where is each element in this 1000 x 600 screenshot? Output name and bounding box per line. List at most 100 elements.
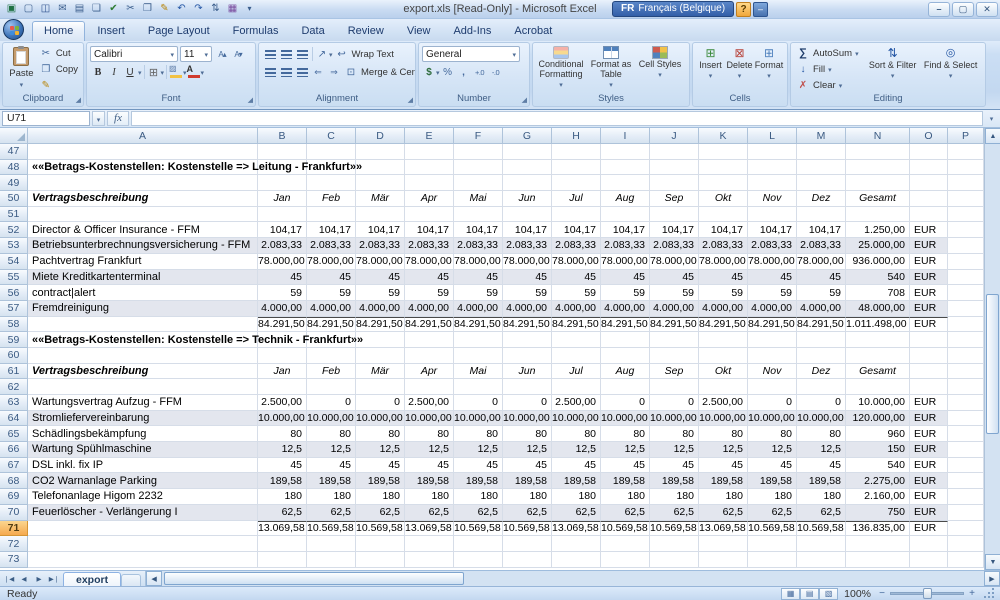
cell-F66[interactable]: 12,5	[454, 442, 503, 458]
cell-G70[interactable]: 62,5	[503, 505, 552, 521]
tab-view[interactable]: View	[396, 22, 442, 41]
cell-M49[interactable]	[797, 175, 846, 191]
cell-F65[interactable]: 80	[454, 426, 503, 442]
cell-I70[interactable]: 62,5	[601, 505, 650, 521]
row-header-67[interactable]: 67	[0, 458, 28, 474]
cell-H47[interactable]	[552, 144, 601, 160]
cell-M53[interactable]: 2.083,33	[797, 238, 846, 254]
cell-P63[interactable]	[948, 395, 984, 411]
cell-P69[interactable]	[948, 489, 984, 505]
cell-D52[interactable]: 104,17	[356, 222, 405, 238]
next-sheet-button[interactable]	[32, 575, 46, 583]
column-header-K[interactable]: K	[699, 128, 748, 144]
row-header-48[interactable]: 48	[0, 160, 28, 176]
cut-button[interactable]: Cut	[37, 45, 80, 61]
cell-K63[interactable]: 2.500,00	[699, 395, 748, 411]
cell-O59[interactable]	[910, 332, 948, 348]
cell-K56[interactable]: 59	[699, 285, 748, 301]
cell-L69[interactable]: 180	[748, 489, 797, 505]
cell-K67[interactable]: 45	[699, 458, 748, 474]
cell-F69[interactable]: 180	[454, 489, 503, 505]
cell-G71[interactable]: 10.569,58	[503, 521, 552, 537]
cell-J56[interactable]: 59	[650, 285, 699, 301]
cell-M48[interactable]	[797, 160, 846, 176]
horizontal-scrollbar[interactable]	[145, 571, 1000, 586]
cell-O61[interactable]	[910, 364, 948, 380]
cell-F72[interactable]	[454, 536, 503, 552]
cell-A48[interactable]: ««Betrags-Kostenstellen: Kostenstelle =>…	[28, 160, 258, 176]
cell-J68[interactable]: 189,58	[650, 473, 699, 489]
cell-N65[interactable]: 960	[846, 426, 910, 442]
cell-N66[interactable]: 150	[846, 442, 910, 458]
cell-C68[interactable]: 189,58	[307, 473, 356, 489]
cell-C58[interactable]: 84.291,50	[307, 317, 356, 333]
cell-C54[interactable]: 78.000,00	[307, 254, 356, 270]
cell-B61[interactable]: Jan	[258, 364, 307, 380]
cell-L59[interactable]	[748, 332, 797, 348]
grow-font-button[interactable]	[214, 46, 230, 62]
cell-A56[interactable]: contract|alert	[28, 285, 258, 301]
cell-L60[interactable]	[748, 348, 797, 364]
redo-icon[interactable]	[190, 1, 207, 17]
cell-C49[interactable]	[307, 175, 356, 191]
cell-N69[interactable]: 2.160,00	[846, 489, 910, 505]
cell-C67[interactable]: 45	[307, 458, 356, 474]
cell-L53[interactable]: 2.083,33	[748, 238, 797, 254]
cell-A51[interactable]	[28, 207, 258, 223]
cell-A62[interactable]	[28, 379, 258, 395]
row-header-65[interactable]: 65	[0, 426, 28, 442]
cell-N55[interactable]: 540	[846, 270, 910, 286]
cell-C66[interactable]: 12,5	[307, 442, 356, 458]
cell-M67[interactable]: 45	[797, 458, 846, 474]
cell-A49[interactable]	[28, 175, 258, 191]
cell-P72[interactable]	[948, 536, 984, 552]
cell-D61[interactable]: Mär	[356, 364, 405, 380]
cell-H57[interactable]: 4.000,00	[552, 301, 601, 317]
cell-J60[interactable]	[650, 348, 699, 364]
decrease-indent-button[interactable]	[310, 64, 326, 80]
cell-B71[interactable]: 13.069,58	[258, 521, 307, 537]
cell-D67[interactable]: 45	[356, 458, 405, 474]
cell-O55[interactable]: EUR	[910, 270, 948, 286]
cell-G72[interactable]	[503, 536, 552, 552]
cell-F67[interactable]: 45	[454, 458, 503, 474]
cell-I51[interactable]	[601, 207, 650, 223]
row-header-71[interactable]: 71	[0, 521, 28, 537]
column-header-L[interactable]: L	[748, 128, 797, 144]
cell-D48[interactable]	[356, 160, 405, 176]
cell-J54[interactable]: 78.000,00	[650, 254, 699, 270]
cell-H56[interactable]: 59	[552, 285, 601, 301]
cell-H60[interactable]	[552, 348, 601, 364]
row-header-68[interactable]: 68	[0, 473, 28, 489]
language-button[interactable]: FR Français (Belgique)	[612, 1, 734, 17]
cell-H67[interactable]: 45	[552, 458, 601, 474]
cell-A69[interactable]: Telefonanlage Higom 2232	[28, 489, 258, 505]
clear-button[interactable]: Clear	[794, 77, 861, 93]
cell-P47[interactable]	[948, 144, 984, 160]
align-bottom-button[interactable]	[294, 46, 310, 62]
column-header-A[interactable]: A	[28, 128, 258, 144]
minimize-button[interactable]	[928, 2, 950, 17]
row-header-55[interactable]: 55	[0, 270, 28, 286]
cell-G53[interactable]: 2.083,33	[503, 238, 552, 254]
tab-add-ins[interactable]: Add-Ins	[442, 22, 502, 41]
cell-J50[interactable]: Sep	[650, 191, 699, 207]
row-header-51[interactable]: 51	[0, 207, 28, 223]
cell-N52[interactable]: 1.250,00	[846, 222, 910, 238]
cell-E50[interactable]: Apr	[405, 191, 454, 207]
cell-B50[interactable]: Jan	[258, 191, 307, 207]
tab-insert[interactable]: Insert	[86, 22, 136, 41]
cell-I57[interactable]: 4.000,00	[601, 301, 650, 317]
cell-B54[interactable]: 78.000,00	[258, 254, 307, 270]
cell-C62[interactable]	[307, 379, 356, 395]
cell-M64[interactable]: 10.000,00	[797, 411, 846, 427]
column-header-F[interactable]: F	[454, 128, 503, 144]
cell-G57[interactable]: 4.000,00	[503, 301, 552, 317]
cell-C72[interactable]	[307, 536, 356, 552]
cell-E60[interactable]	[405, 348, 454, 364]
cell-C53[interactable]: 2.083,33	[307, 238, 356, 254]
cell-I54[interactable]: 78.000,00	[601, 254, 650, 270]
cell-H71[interactable]: 13.069,58	[552, 521, 601, 537]
column-header-O[interactable]: O	[910, 128, 948, 144]
format-cells-button[interactable]: Format	[754, 45, 784, 93]
